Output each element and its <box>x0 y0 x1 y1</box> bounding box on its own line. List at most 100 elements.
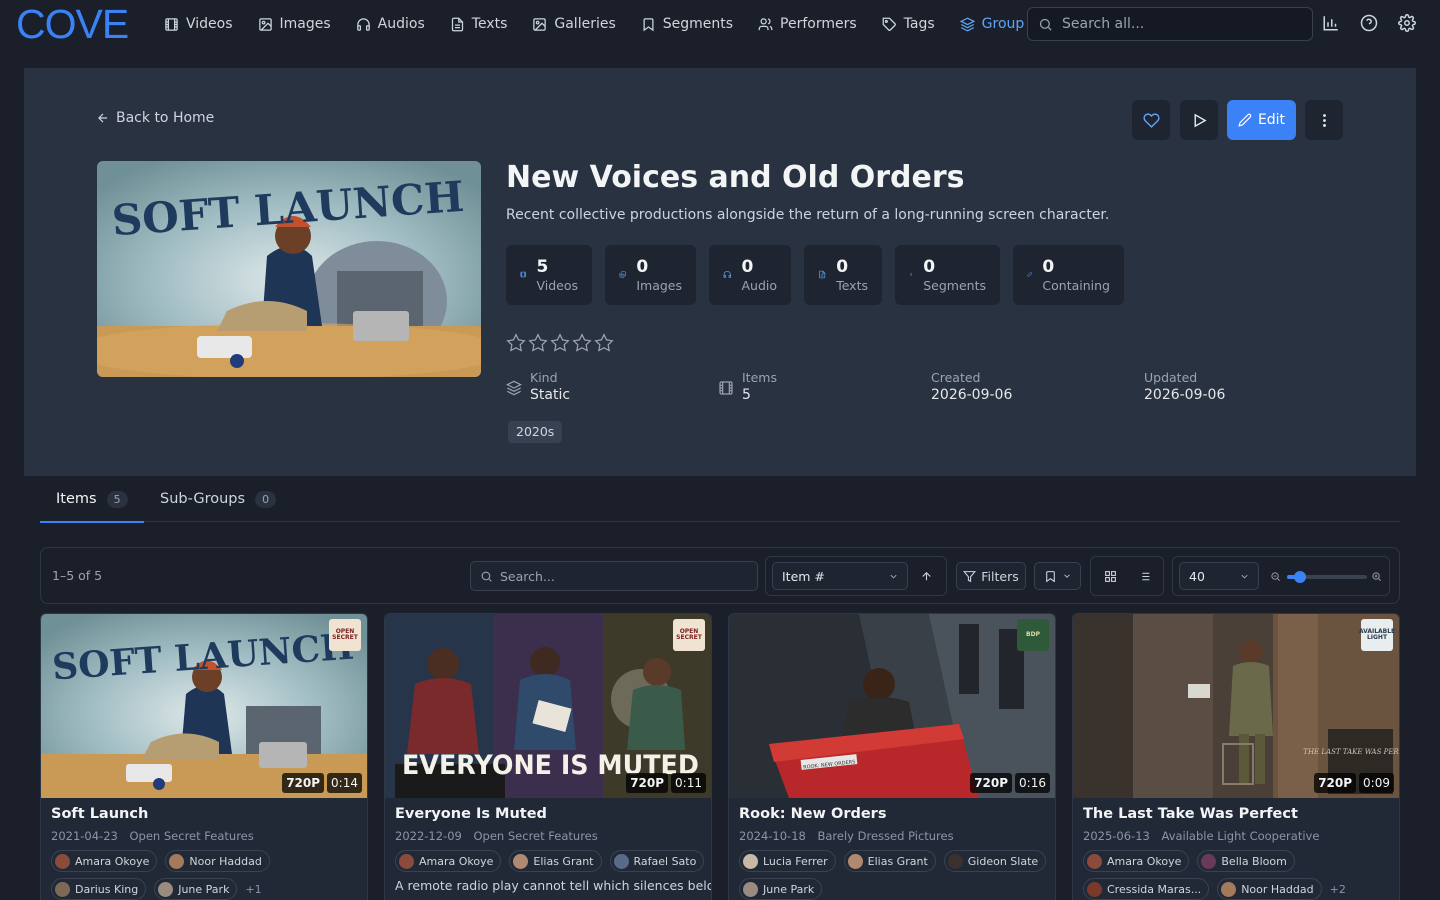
stat-label: Videos <box>536 278 578 293</box>
studio-logo[interactable]: BDP <box>1017 619 1049 651</box>
items-search-input[interactable] <box>500 568 740 584</box>
studio-logo[interactable]: OPEN SECRET <box>329 619 361 651</box>
nav-item-audios[interactable]: Audios <box>356 16 425 32</box>
more-performers[interactable]: +1 <box>245 883 261 896</box>
avatar <box>743 853 758 869</box>
document-icon <box>451 17 463 31</box>
pencil-icon <box>1238 113 1252 127</box>
card-studio[interactable]: Open Secret Features <box>474 829 598 843</box>
stat-value: 0 <box>923 257 936 277</box>
stat-containing[interactable]: 0 Containing <box>1013 245 1124 305</box>
nav-item-tags[interactable]: Tags <box>882 16 935 32</box>
star-icon[interactable] <box>550 333 570 353</box>
video-card[interactable]: SOFT LAUNCH OPEN SECRET 720P 0:14 Soft L… <box>40 613 368 900</box>
resolution-badge: 720P <box>970 773 1013 793</box>
zoom-slider-thumb[interactable] <box>1293 571 1306 583</box>
star-icon[interactable] <box>528 333 548 353</box>
avatar <box>513 853 529 869</box>
card-title[interactable]: Rook: New Orders <box>739 806 886 822</box>
performer-chip[interactable]: Bella Bloom <box>1197 850 1295 872</box>
performer-chip[interactable]: Rafael Sato <box>609 850 705 872</box>
performer-name: June Park <box>763 882 815 896</box>
performer-chip[interactable]: Amara Okoye <box>1083 850 1190 872</box>
card-studio[interactable]: Available Light Cooperative <box>1162 829 1320 843</box>
stat-videos[interactable]: 5 Videos <box>506 245 592 305</box>
sort-value: Item # <box>782 568 825 584</box>
performer-chip[interactable]: Elias Grant <box>509 850 602 872</box>
edit-button[interactable]: Edit <box>1227 100 1296 140</box>
performer-chip[interactable]: Elias Grant <box>843 850 936 872</box>
more-options-button[interactable] <box>1305 100 1343 140</box>
stat-segments[interactable]: 0 Segments <box>895 245 1000 305</box>
nav-item-images[interactable]: Images <box>258 16 331 32</box>
card-title[interactable]: Soft Launch <box>51 806 148 822</box>
nav-item-galleries[interactable]: Galleries <box>532 16 616 32</box>
performer-chip[interactable]: Noor Haddad <box>1217 878 1322 900</box>
global-search-input[interactable] <box>1062 16 1292 32</box>
performer-list: Lucia Ferrer Elias Grant Gideon Slate Ju… <box>739 850 1049 900</box>
nav-item-segments[interactable]: Segments <box>641 16 733 32</box>
video-thumbnail[interactable]: EVERYONE IS MUTED OPEN SECRET 720P 0:11 <box>385 614 711 798</box>
video-card[interactable]: THE LAST TAKE WAS PERFECT AVAILABLE LIGH… <box>1072 613 1400 900</box>
settings-button[interactable] <box>1398 14 1418 34</box>
star-icon[interactable] <box>572 333 592 353</box>
card-studio[interactable]: Open Secret Features <box>130 829 254 843</box>
app-logo[interactable]: COVE <box>16 4 129 45</box>
stat-audio[interactable]: 0 Audio <box>709 245 791 305</box>
back-to-home-link[interactable]: Back to Home <box>96 110 214 126</box>
nav-item-videos[interactable]: Videos <box>164 16 233 32</box>
star-icon[interactable] <box>594 333 614 353</box>
stat-texts[interactable]: 0 Texts <box>804 245 882 305</box>
video-thumbnail[interactable]: ROOK: NEW ORDERS BDP 720P 0:16 <box>729 614 1055 798</box>
headphones-icon <box>356 17 370 31</box>
performer-chip[interactable]: Cressida Maras... <box>1083 878 1210 900</box>
created-value: 2026-09-06 <box>931 387 1013 403</box>
film-icon <box>165 17 178 31</box>
stat-value: 0 <box>636 257 649 277</box>
studio-logo[interactable]: OPEN SECRET <box>673 619 705 651</box>
zoom-slider[interactable] <box>1287 571 1367 583</box>
performer-chip[interactable]: Lucia Ferrer <box>739 850 836 872</box>
list-view-button[interactable] <box>1129 562 1159 590</box>
favorite-button[interactable] <box>1132 100 1170 140</box>
stat-images[interactable]: 0 Images <box>605 245 696 305</box>
tag-chip[interactable]: 2020s <box>508 421 563 443</box>
performer-list: Amara Okoye Elias Grant Rafael Sato <box>395 850 705 872</box>
video-thumbnail[interactable]: THE LAST TAKE WAS PERFECT AVAILABLE LIGH… <box>1073 614 1399 798</box>
nav-item-performers[interactable]: Performers <box>758 16 857 32</box>
performer-chip[interactable]: Amara Okoye <box>395 850 502 872</box>
performer-chip[interactable]: Darius King <box>51 878 147 900</box>
per-page-select[interactable]: 40 <box>1179 562 1259 590</box>
star-icon[interactable] <box>506 333 526 353</box>
thumbnail-illustration: EVERYONE IS MUTED <box>385 614 711 798</box>
tab-sub-groups[interactable]: Sub-Groups 0 <box>160 476 277 522</box>
top-nav: COVE Videos Images Audios Texts Gallerie… <box>0 0 1440 48</box>
video-card[interactable]: ROOK: NEW ORDERS BDP 720P 0:16 Rook: New… <box>728 613 1056 900</box>
performer-chip[interactable]: Noor Haddad <box>165 850 270 872</box>
tab-items[interactable]: Items 5 <box>40 476 144 523</box>
sort-direction-button[interactable] <box>912 562 940 590</box>
play-button[interactable] <box>1180 100 1218 140</box>
help-button[interactable] <box>1360 14 1380 34</box>
updated-label: Updated <box>1144 370 1198 385</box>
performer-chip[interactable]: Amara Okoye <box>51 850 158 872</box>
studio-logo[interactable]: AVAILABLE LIGHT <box>1359 619 1395 651</box>
nav-item-texts[interactable]: Texts <box>450 16 507 32</box>
performer-chip[interactable]: June Park <box>154 878 238 900</box>
card-title[interactable]: The Last Take Was Perfect <box>1083 806 1298 822</box>
video-card[interactable]: EVERYONE IS MUTED OPEN SECRET 720P 0:11 … <box>384 613 712 900</box>
performer-chip[interactable]: Gideon Slate <box>943 850 1047 872</box>
performer-chip[interactable]: June Park <box>739 878 823 900</box>
saved-filters-button[interactable] <box>1034 562 1081 590</box>
sort-select[interactable]: Item # <box>772 562 908 590</box>
card-title[interactable]: Everyone Is Muted <box>395 806 547 822</box>
nav-item-group[interactable]: Group <box>959 16 1024 32</box>
stats-button[interactable] <box>1322 14 1342 34</box>
help-icon <box>1360 14 1378 32</box>
filters-button[interactable]: Filters <box>956 562 1026 590</box>
items-toolbar: 1–5 of 5 Item # Filters 40 <box>40 547 1400 604</box>
video-thumbnail[interactable]: SOFT LAUNCH OPEN SECRET 720P 0:14 <box>41 614 367 798</box>
grid-view-button[interactable] <box>1095 562 1125 590</box>
more-performers[interactable]: +2 <box>1330 883 1346 896</box>
card-studio[interactable]: Barely Dressed Pictures <box>818 829 954 843</box>
